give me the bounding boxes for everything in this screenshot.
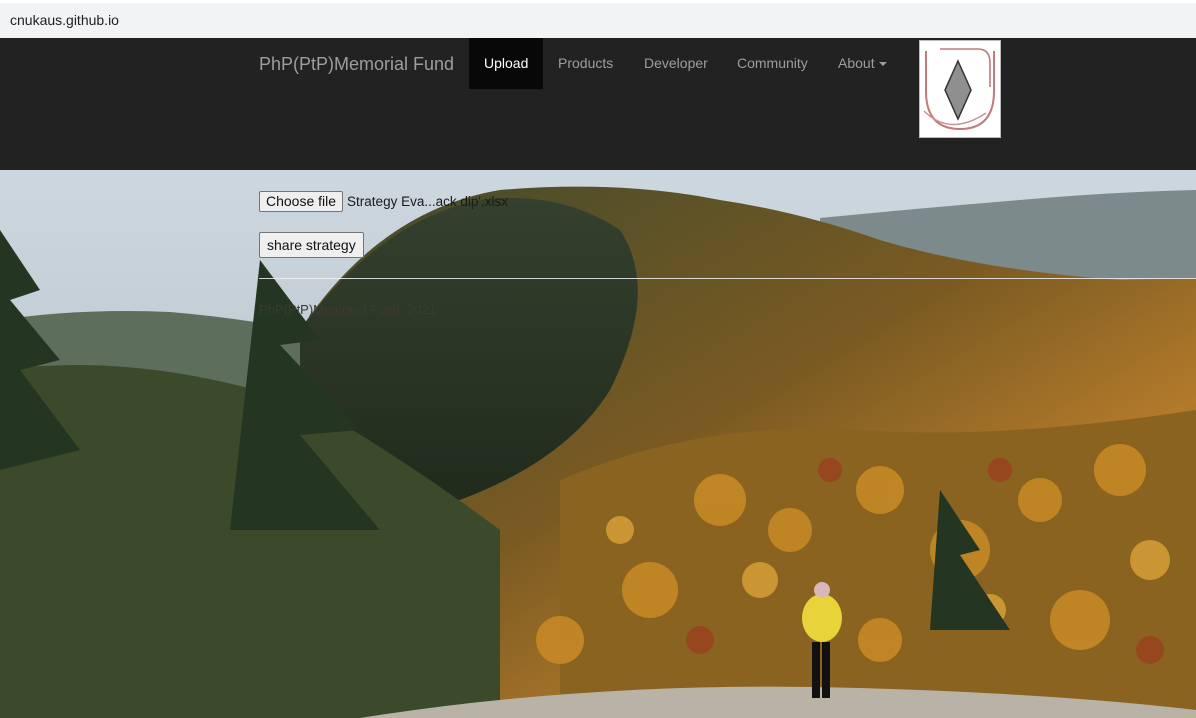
top-navbar: PhP(PtP)Memorial Fund Upload Products De… <box>0 38 1196 171</box>
selected-file-name: Strategy Eva...ack dip'.xlsx <box>347 194 508 209</box>
diamond-logo-icon <box>919 40 1001 138</box>
file-upload-row: Choose file Strategy Eva...ack dip'.xlsx <box>259 191 508 212</box>
nav-item-products[interactable]: Products <box>543 38 628 89</box>
share-strategy-button[interactable]: share strategy <box>259 232 364 258</box>
divider <box>259 278 1196 279</box>
share-row: share strategy <box>259 232 364 258</box>
url-text[interactable]: cnukaus.github.io <box>10 12 119 28</box>
nav-item-about-label: About <box>838 55 875 71</box>
navbar-brand[interactable]: PhP(PtP)Memorial Fund <box>259 54 454 75</box>
nav-item-developer[interactable]: Developer <box>629 38 723 89</box>
footer-text: PhP(PtP)Memorial Fund, 2021 <box>259 302 437 317</box>
nav-item-upload[interactable]: Upload <box>469 38 544 89</box>
browser-address-bar[interactable]: cnukaus.github.io <box>0 0 1196 38</box>
hero-background-image <box>0 170 1196 718</box>
nav-item-community[interactable]: Community <box>722 38 823 89</box>
nav-item-about[interactable]: About <box>823 38 902 89</box>
caret-down-icon <box>878 62 887 67</box>
choose-file-button[interactable]: Choose file <box>259 191 344 212</box>
